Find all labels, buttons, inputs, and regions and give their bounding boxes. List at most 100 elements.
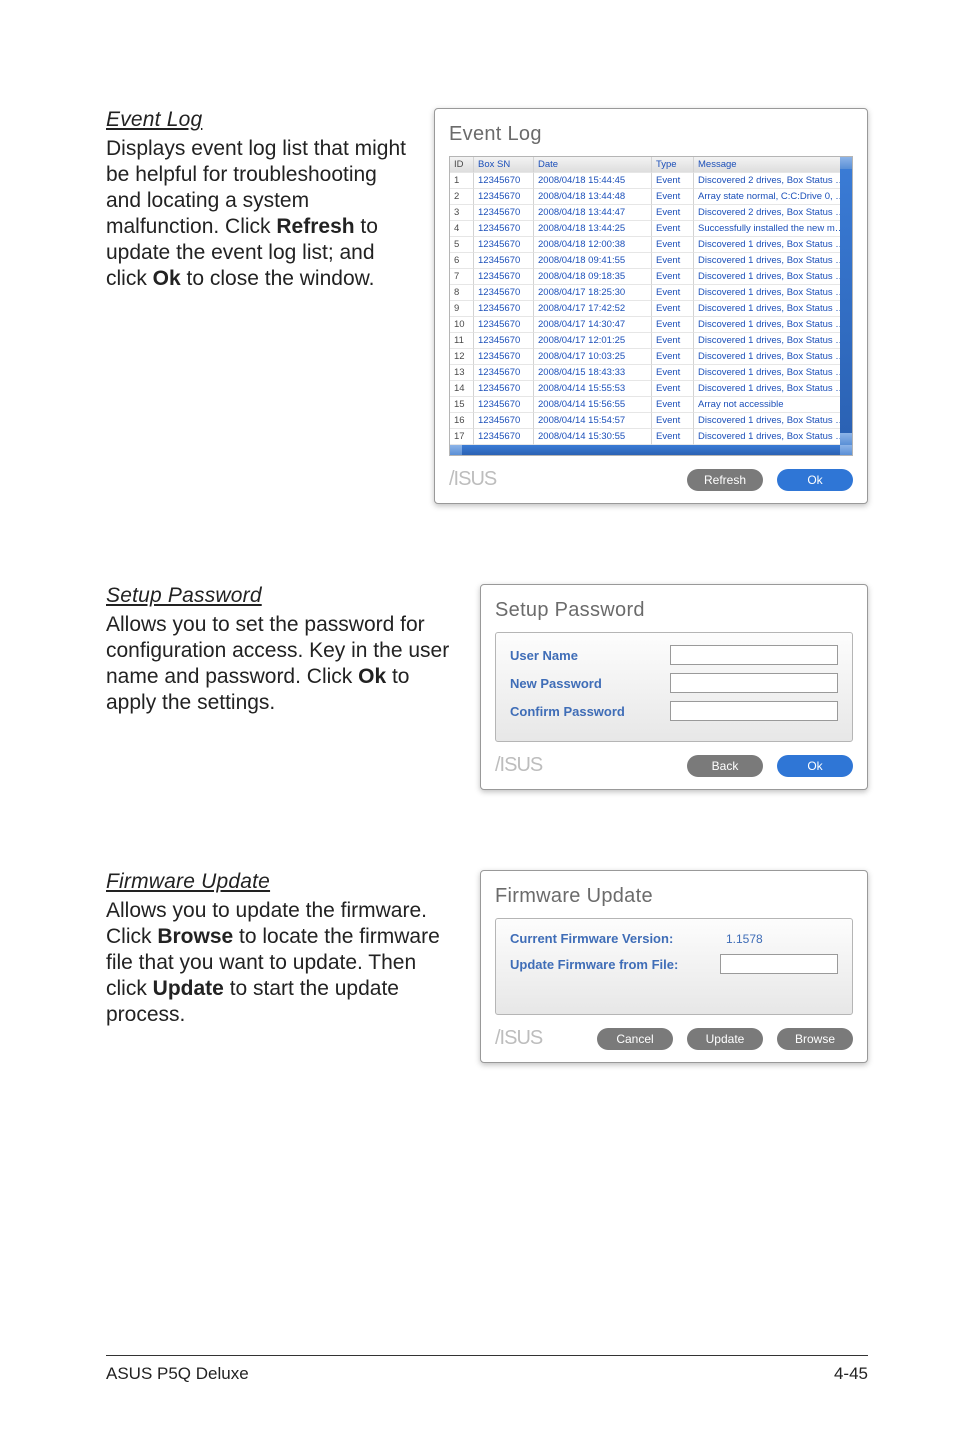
table-row[interactable]: 15123456702008/04/14 15:56:55EventArray …	[450, 397, 852, 413]
cell-type: Event	[652, 429, 694, 445]
table-row[interactable]: 8123456702008/04/17 18:25:30EventDiscove…	[450, 285, 852, 301]
update-from-file-label: Update Firmware from File:	[510, 957, 710, 972]
brand-logo: /ISUS	[449, 468, 496, 491]
cell-msg: Discovered 1 drives, Box Status Norm	[694, 237, 852, 253]
firmware-update-paragraph: Allows you to update the firmware. Click…	[106, 898, 452, 1028]
cell-sn: 12345670	[474, 333, 534, 349]
back-button[interactable]: Back	[687, 755, 763, 777]
event-log-vscroll[interactable]	[840, 157, 852, 445]
table-row[interactable]: 2123456702008/04/18 13:44:48EventArray s…	[450, 189, 852, 205]
browse-button[interactable]: Browse	[777, 1028, 853, 1050]
event-log-dialog: Event Log ID Box SN Date Type Message 11…	[434, 108, 868, 504]
table-row[interactable]: 17123456702008/04/14 15:30:55EventDiscov…	[450, 429, 852, 445]
col-msg: Message	[694, 157, 852, 173]
cell-msg: Successfully installed the new map to	[694, 221, 852, 237]
new-password-input[interactable]	[670, 673, 838, 693]
ok-button[interactable]: Ok	[777, 755, 853, 777]
cell-sn: 12345670	[474, 317, 534, 333]
event-log-hscroll[interactable]	[450, 445, 852, 455]
cell-sn: 12345670	[474, 253, 534, 269]
cell-msg: Discovered 1 drives, Box Status Norm	[694, 429, 852, 445]
cell-id: 6	[450, 253, 474, 269]
setup-password-dialog: Setup Password User Name New Password Co…	[480, 584, 868, 790]
col-sn: Box SN	[474, 157, 534, 173]
firmware-update-heading: Firmware Update	[106, 870, 452, 894]
firmware-file-input[interactable]	[720, 954, 838, 974]
table-row[interactable]: 6123456702008/04/18 09:41:55EventDiscove…	[450, 253, 852, 269]
cell-msg: Discovered 1 drives, Box Status Norm	[694, 413, 852, 429]
event-log-heading: Event Log	[106, 108, 406, 132]
footer-right: 4-45	[834, 1364, 868, 1384]
cell-type: Event	[652, 221, 694, 237]
table-row[interactable]: 3123456702008/04/18 13:44:47EventDiscove…	[450, 205, 852, 221]
table-row[interactable]: 5123456702008/04/18 12:00:38EventDiscove…	[450, 237, 852, 253]
cell-type: Event	[652, 317, 694, 333]
col-date: Date	[534, 157, 652, 173]
cell-type: Event	[652, 205, 694, 221]
cell-type: Event	[652, 301, 694, 317]
cell-msg: Discovered 1 drives, Box Status Norm	[694, 349, 852, 365]
table-row[interactable]: 14123456702008/04/14 15:55:53EventDiscov…	[450, 381, 852, 397]
brand-logo: /ISUS	[495, 754, 542, 777]
brand-logo: /ISUS	[495, 1027, 542, 1050]
new-password-label: New Password	[510, 676, 660, 691]
user-name-input[interactable]	[670, 645, 838, 665]
table-row[interactable]: 10123456702008/04/17 14:30:47EventDiscov…	[450, 317, 852, 333]
cell-type: Event	[652, 349, 694, 365]
event-log-header: ID Box SN Date Type Message	[450, 157, 852, 173]
cell-type: Event	[652, 397, 694, 413]
cell-date: 2008/04/17 10:03:25	[534, 349, 652, 365]
cell-type: Event	[652, 413, 694, 429]
cell-sn: 12345670	[474, 365, 534, 381]
cell-date: 2008/04/18 13:44:47	[534, 205, 652, 221]
cell-msg: Discovered 2 drives, Box Status Norm	[694, 205, 852, 221]
cell-id: 14	[450, 381, 474, 397]
ok-button[interactable]: Ok	[777, 469, 853, 491]
table-row[interactable]: 16123456702008/04/14 15:54:57EventDiscov…	[450, 413, 852, 429]
cell-date: 2008/04/14 15:54:57	[534, 413, 652, 429]
confirm-password-input[interactable]	[670, 701, 838, 721]
cancel-button[interactable]: Cancel	[597, 1028, 673, 1050]
cell-msg: Discovered 1 drives, Box Status Norm	[694, 317, 852, 333]
setup-password-title: Setup Password	[495, 599, 853, 622]
table-row[interactable]: 4123456702008/04/18 13:44:25EventSuccess…	[450, 221, 852, 237]
cell-id: 17	[450, 429, 474, 445]
cell-date: 2008/04/18 13:44:48	[534, 189, 652, 205]
cell-msg: Discovered 2 drives, Box Status Norm	[694, 173, 852, 189]
event-log-title: Event Log	[449, 123, 853, 146]
cell-type: Event	[652, 237, 694, 253]
table-row[interactable]: 9123456702008/04/17 17:42:52EventDiscove…	[450, 301, 852, 317]
cell-date: 2008/04/17 14:30:47	[534, 317, 652, 333]
setup-password-heading: Setup Password	[106, 584, 452, 608]
cell-date: 2008/04/18 15:44:45	[534, 173, 652, 189]
cell-sn: 12345670	[474, 285, 534, 301]
col-type: Type	[652, 157, 694, 173]
table-row[interactable]: 1123456702008/04/18 15:44:45EventDiscove…	[450, 173, 852, 189]
cell-id: 9	[450, 301, 474, 317]
table-row[interactable]: 11123456702008/04/17 12:01:25EventDiscov…	[450, 333, 852, 349]
table-row[interactable]: 12123456702008/04/17 10:03:25EventDiscov…	[450, 349, 852, 365]
confirm-password-label: Confirm Password	[510, 704, 660, 719]
cell-msg: Discovered 1 drives, Box Status Norm	[694, 333, 852, 349]
update-button[interactable]: Update	[687, 1028, 763, 1050]
cell-sn: 12345670	[474, 349, 534, 365]
cell-sn: 12345670	[474, 269, 534, 285]
refresh-button[interactable]: Refresh	[687, 469, 763, 491]
cell-msg: Array state normal, C:C:Drive 0, Driv	[694, 189, 852, 205]
cell-date: 2008/04/17 17:42:52	[534, 301, 652, 317]
cell-id: 7	[450, 269, 474, 285]
cell-type: Event	[652, 285, 694, 301]
table-row[interactable]: 13123456702008/04/15 18:43:33EventDiscov…	[450, 365, 852, 381]
cell-type: Event	[652, 381, 694, 397]
cell-id: 12	[450, 349, 474, 365]
table-row[interactable]: 7123456702008/04/18 09:18:35EventDiscove…	[450, 269, 852, 285]
cell-id: 2	[450, 189, 474, 205]
cell-type: Event	[652, 269, 694, 285]
cell-msg: Discovered 1 drives, Box Status Norm	[694, 365, 852, 381]
cell-type: Event	[652, 189, 694, 205]
cell-date: 2008/04/17 18:25:30	[534, 285, 652, 301]
current-fw-version-label: Current Firmware Version:	[510, 931, 710, 946]
cell-sn: 12345670	[474, 397, 534, 413]
cell-date: 2008/04/14 15:55:53	[534, 381, 652, 397]
cell-id: 8	[450, 285, 474, 301]
